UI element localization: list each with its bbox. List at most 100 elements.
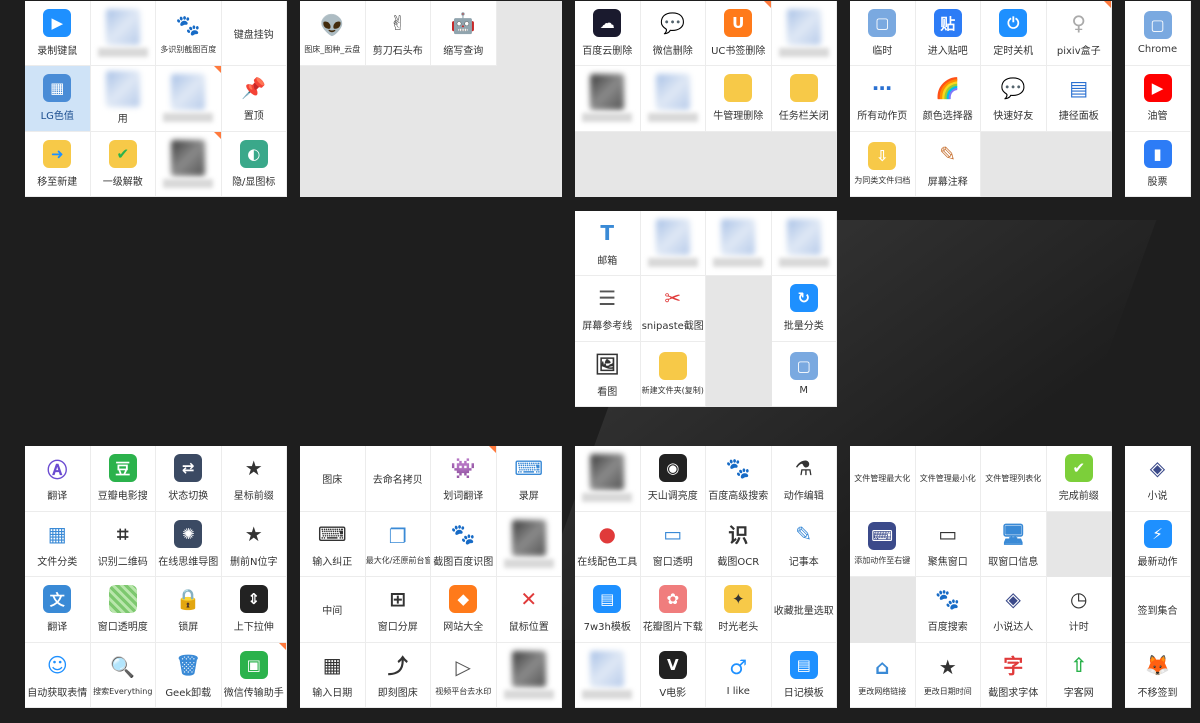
action-tile[interactable]: 🦊 不移签到 bbox=[1125, 642, 1191, 708]
action-tile[interactable]: U UC书签删除 bbox=[706, 1, 772, 67]
action-tile[interactable]: ▢ M bbox=[771, 341, 837, 407]
action-tile[interactable]: 🗑 Geek卸载 bbox=[156, 642, 222, 708]
action-tile[interactable] bbox=[575, 66, 641, 132]
action-tile[interactable]: 文翻译 bbox=[25, 577, 91, 643]
action-tile[interactable]: 📌 置顶 bbox=[221, 66, 287, 132]
action-tile[interactable]: ✕ 鼠标位置 bbox=[496, 577, 562, 643]
action-tile[interactable]: 贴进入贴吧 bbox=[915, 1, 981, 67]
action-tile[interactable]: ⇩ 为同类文件归档 bbox=[850, 131, 916, 197]
action-tile[interactable]: Ⓐ 翻译 bbox=[25, 446, 91, 512]
action-tile[interactable] bbox=[640, 66, 706, 132]
action-tile[interactable] bbox=[575, 446, 641, 512]
action-tile[interactable]: ▷ 视频平台去水印 bbox=[431, 642, 497, 708]
action-tile[interactable]: ✺ 在线思维导图 bbox=[156, 511, 222, 577]
action-tile[interactable] bbox=[496, 642, 562, 708]
action-tile[interactable]: ▦ LG色值 bbox=[25, 66, 91, 132]
action-tile[interactable]: 签到集合 bbox=[1125, 577, 1191, 643]
action-tile[interactable]: ❐ 最大化/还原前台窗口 bbox=[365, 511, 431, 577]
action-tile[interactable]: 🌈 颜色选择器 bbox=[915, 66, 981, 132]
action-tile[interactable]: 🖼 看图 bbox=[575, 341, 641, 407]
action-tile[interactable]: ⌗ 识别二维码 bbox=[90, 511, 156, 577]
action-tile[interactable]: 🐾 截图百度识图 bbox=[431, 511, 497, 577]
action-tile[interactable] bbox=[771, 211, 837, 277]
action-tile[interactable] bbox=[156, 131, 222, 197]
action-tile[interactable]: ✔ 一级解散 bbox=[90, 131, 156, 197]
action-tile[interactable]: ★ 删前N位字 bbox=[221, 511, 287, 577]
action-tile[interactable]: 任务栏关闭 bbox=[771, 66, 837, 132]
action-tile[interactable]: T 邮箱 bbox=[575, 211, 641, 277]
action-tile[interactable]: ⇄ 状态切换 bbox=[156, 446, 222, 512]
action-tile[interactable]: 牛管理删除 bbox=[706, 66, 772, 132]
action-tile[interactable]: ⌨ 添加动作至右键 bbox=[850, 511, 916, 577]
action-tile[interactable]: 图床 bbox=[300, 446, 366, 512]
action-tile[interactable]: ▢ Chrome bbox=[1125, 1, 1191, 67]
action-tile[interactable]: 中间 bbox=[300, 577, 366, 643]
action-tile[interactable]: ⏻ 定时关机 bbox=[981, 1, 1047, 67]
action-tile[interactable]: ✌ 剪刀石头布 bbox=[365, 1, 431, 67]
action-tile[interactable]: ▤ 捷径面板 bbox=[1046, 66, 1112, 132]
action-tile[interactable]: ▮ 股票 bbox=[1125, 131, 1191, 197]
action-tile[interactable]: ◈ 小说达人 bbox=[981, 577, 1047, 643]
action-tile[interactable]: ⌨ 录屏 bbox=[496, 446, 562, 512]
action-tile[interactable]: 新建文件夹(复制) bbox=[640, 341, 706, 407]
action-tile[interactable]: 豆豆瓣电影搜 bbox=[90, 446, 156, 512]
action-tile[interactable]: ⇕ 上下拉伸 bbox=[221, 577, 287, 643]
action-tile[interactable]: ⚡ 最新动作 bbox=[1125, 511, 1191, 577]
action-tile[interactable]: ⇧ 字客网 bbox=[1046, 642, 1112, 708]
action-tile[interactable]: 🔒 锁屏 bbox=[156, 577, 222, 643]
action-tile[interactable]: 🔍 搜索Everything bbox=[90, 642, 156, 708]
action-tile[interactable]: ⚗ 动作编辑 bbox=[771, 446, 837, 512]
action-tile[interactable]: ◈ 小说 bbox=[1125, 446, 1191, 512]
action-tile[interactable]: 文件管理列表化 bbox=[981, 446, 1047, 512]
action-tile[interactable]: ➜ 移至新建 bbox=[25, 131, 91, 197]
action-tile[interactable]: 🖥 取窗口信息 bbox=[981, 511, 1047, 577]
action-tile[interactable] bbox=[575, 642, 641, 708]
action-tile[interactable]: 键盘挂钩 bbox=[221, 1, 287, 67]
action-tile[interactable]: ⤴ 即刻图床 bbox=[365, 642, 431, 708]
action-tile[interactable]: ☰ 屏幕参考线 bbox=[575, 276, 641, 342]
action-tile[interactable]: 👾 划词翻译 bbox=[431, 446, 497, 512]
action-tile[interactable] bbox=[496, 511, 562, 577]
action-tile[interactable]: 🐾 百度高级搜索 bbox=[706, 446, 772, 512]
action-tile[interactable]: ⋯ 所有动作页 bbox=[850, 66, 916, 132]
action-tile[interactable]: ♂ I like bbox=[706, 642, 772, 708]
action-tile[interactable]: ✂ snipaste截图 bbox=[640, 276, 706, 342]
action-tile[interactable]: ◐ 隐/显图标 bbox=[221, 131, 287, 197]
action-tile[interactable]: 文件管理最小化 bbox=[915, 446, 981, 512]
action-tile[interactable]: ✎ 屏幕注释 bbox=[915, 131, 981, 197]
action-tile[interactable]: ◷ 计时 bbox=[1046, 577, 1112, 643]
action-tile[interactable]: ▶ 录制键鼠 bbox=[25, 1, 91, 67]
action-tile[interactable]: 💬 微信删除 bbox=[640, 1, 706, 67]
action-tile[interactable]: ↻ 批量分类 bbox=[771, 276, 837, 342]
action-tile[interactable]: 用 bbox=[90, 66, 156, 132]
action-tile[interactable]: 🐾 多识别截图百度 bbox=[156, 1, 222, 67]
action-tile[interactable]: ★ 更改日期时间 bbox=[915, 642, 981, 708]
action-tile[interactable]: ★ 星标前缀 bbox=[221, 446, 287, 512]
action-tile[interactable]: 🐾 百度搜索 bbox=[915, 577, 981, 643]
action-tile[interactable]: 收藏批量选取 bbox=[771, 577, 837, 643]
action-tile[interactable] bbox=[90, 1, 156, 67]
action-tile[interactable]: ◆ 网站大全 bbox=[431, 577, 497, 643]
action-tile[interactable]: 文件管理最大化 bbox=[850, 446, 916, 512]
action-tile[interactable]: 💬 快速好友 bbox=[981, 66, 1047, 132]
action-tile[interactable]: ☁ 百度云删除 bbox=[575, 1, 641, 67]
action-tile[interactable]: ◉ 天山调亮度 bbox=[640, 446, 706, 512]
action-tile[interactable]: ⊞ 窗口分屏 bbox=[365, 577, 431, 643]
action-tile[interactable]: ● 在线配色工具 bbox=[575, 511, 641, 577]
action-tile[interactable]: ▶ 油管 bbox=[1125, 66, 1191, 132]
action-tile[interactable]: 字截图求字体 bbox=[981, 642, 1047, 708]
action-tile[interactable]: ▭ 聚焦窗口 bbox=[915, 511, 981, 577]
action-tile[interactable]: 🤖 缩写查询 bbox=[431, 1, 497, 67]
action-tile[interactable]: ▦ 输入日期 bbox=[300, 642, 366, 708]
action-tile[interactable]: ▭ 窗口透明 bbox=[640, 511, 706, 577]
action-tile[interactable]: ⌨ 输入纠正 bbox=[300, 511, 366, 577]
action-tile[interactable]: 去命名拷贝 bbox=[365, 446, 431, 512]
action-tile[interactable]: ✦ 时光老头 bbox=[706, 577, 772, 643]
action-tile[interactable] bbox=[156, 66, 222, 132]
action-tile[interactable] bbox=[771, 1, 837, 67]
action-tile[interactable]: ⌂ 更改网络链接 bbox=[850, 642, 916, 708]
action-tile[interactable]: ✎ 记事本 bbox=[771, 511, 837, 577]
action-tile[interactable]: ▣ 微信传输助手 bbox=[221, 642, 287, 708]
action-tile[interactable]: ✿ 花瓣图片下载 bbox=[640, 577, 706, 643]
action-tile[interactable] bbox=[706, 211, 772, 277]
